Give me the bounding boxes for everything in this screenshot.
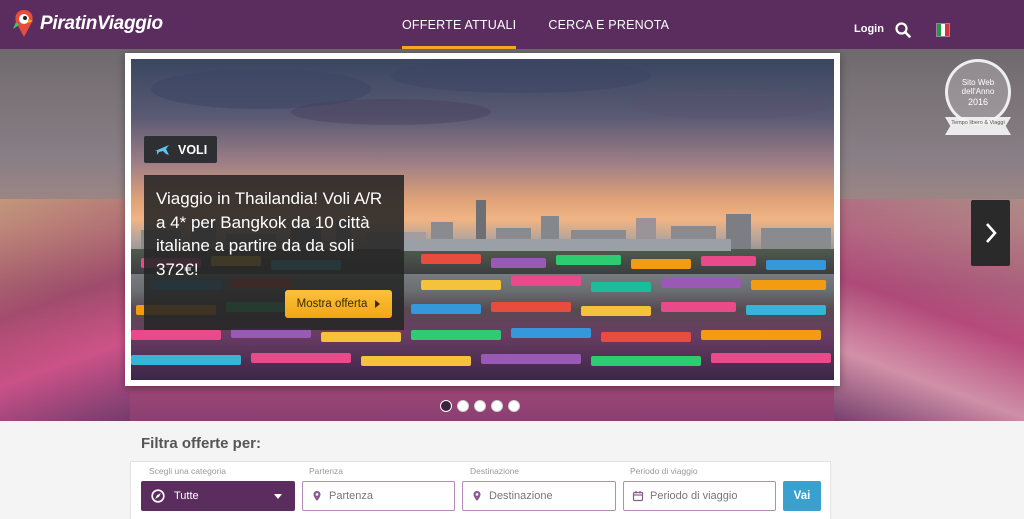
show-offer-label: Mostra offerta	[296, 298, 368, 310]
nav-cerca-prenota[interactable]: CERCA E PRENOTA	[534, 0, 683, 49]
parrot-logo-icon	[13, 10, 33, 37]
chevron-down-icon	[274, 494, 282, 499]
search-submit-button[interactable]: Vai	[783, 481, 821, 511]
search-icon[interactable]	[895, 22, 911, 38]
period-placeholder: Periodo di viaggio	[650, 490, 738, 502]
slide-dot-3[interactable]	[474, 400, 486, 412]
award-badge: Sito Web dell'Anno 2016 Tempo libero & V…	[943, 59, 1013, 139]
departure-label: Partenza	[309, 466, 344, 476]
slide-dot-1[interactable]	[440, 400, 452, 412]
show-offer-button[interactable]: Mostra offerta	[285, 290, 392, 318]
slide-dot-2[interactable]	[457, 400, 469, 412]
award-line1: Sito Web	[961, 77, 995, 87]
destination-input[interactable]: Destinazione	[462, 481, 616, 511]
next-slide-button[interactable]	[971, 200, 1010, 266]
hero-slider: VOLI Viaggio in Thailandia! Voli A/R a 4…	[0, 49, 1024, 421]
map-pin-icon	[473, 491, 481, 501]
departure-placeholder: Partenza	[329, 490, 374, 502]
award-year: 2016	[967, 96, 989, 107]
filter-form: Scegli una categoria Tutte Partenza Part…	[130, 461, 831, 519]
category-label: Scegli una categoria	[149, 466, 227, 476]
period-input[interactable]: Periodo di viaggio	[623, 481, 776, 511]
calendar-icon	[632, 491, 644, 502]
hero-background-left	[0, 199, 130, 421]
login-link[interactable]: Login	[854, 23, 884, 35]
plane-icon	[155, 144, 169, 155]
destination-label: Destinazione	[470, 466, 520, 476]
category-tag-label: VOLI	[178, 142, 208, 157]
category-select[interactable]: Tutte	[141, 481, 295, 511]
offer-filter-section: Filtra offerte per: Scegli una categoria…	[0, 421, 1024, 519]
departure-input[interactable]: Partenza	[302, 481, 455, 511]
main-nav: OFFERTE ATTUALI CERCA E PRENOTA	[388, 0, 683, 49]
category-value: Tutte	[174, 490, 199, 502]
arrow-right-icon	[375, 300, 381, 308]
brand-name: PiratinViaggio	[40, 13, 163, 34]
nav-offerte-attuali[interactable]: OFFERTE ATTUALI	[388, 0, 530, 49]
compass-icon	[151, 489, 165, 503]
slide-caption: Viaggio in Thailandia! Voli A/R a 4* per…	[144, 175, 404, 330]
category-tag: VOLI	[144, 136, 217, 163]
award-line2: dell'Anno	[961, 86, 995, 96]
italy-flag-icon[interactable]	[936, 23, 950, 37]
slider-pagination	[440, 400, 520, 412]
destination-placeholder: Destinazione	[489, 490, 553, 502]
slide-dot-4[interactable]	[491, 400, 503, 412]
chevron-right-icon	[985, 223, 997, 243]
filter-title: Filtra offerte per:	[141, 435, 262, 452]
site-logo[interactable]: PiratinViaggio	[12, 4, 172, 44]
period-label: Periodo di viaggio	[630, 466, 698, 476]
award-circle: Sito Web dell'Anno 2016	[945, 59, 1011, 125]
slide-title: Viaggio in Thailandia! Voli A/R a 4* per…	[156, 189, 383, 279]
slide-dot-5[interactable]	[508, 400, 520, 412]
award-ribbon: Tempo libero & Viaggi	[945, 117, 1011, 135]
top-navbar: PiratinViaggio OFFERTE ATTUALI CERCA E P…	[0, 0, 1024, 49]
map-pin-icon	[313, 491, 321, 501]
